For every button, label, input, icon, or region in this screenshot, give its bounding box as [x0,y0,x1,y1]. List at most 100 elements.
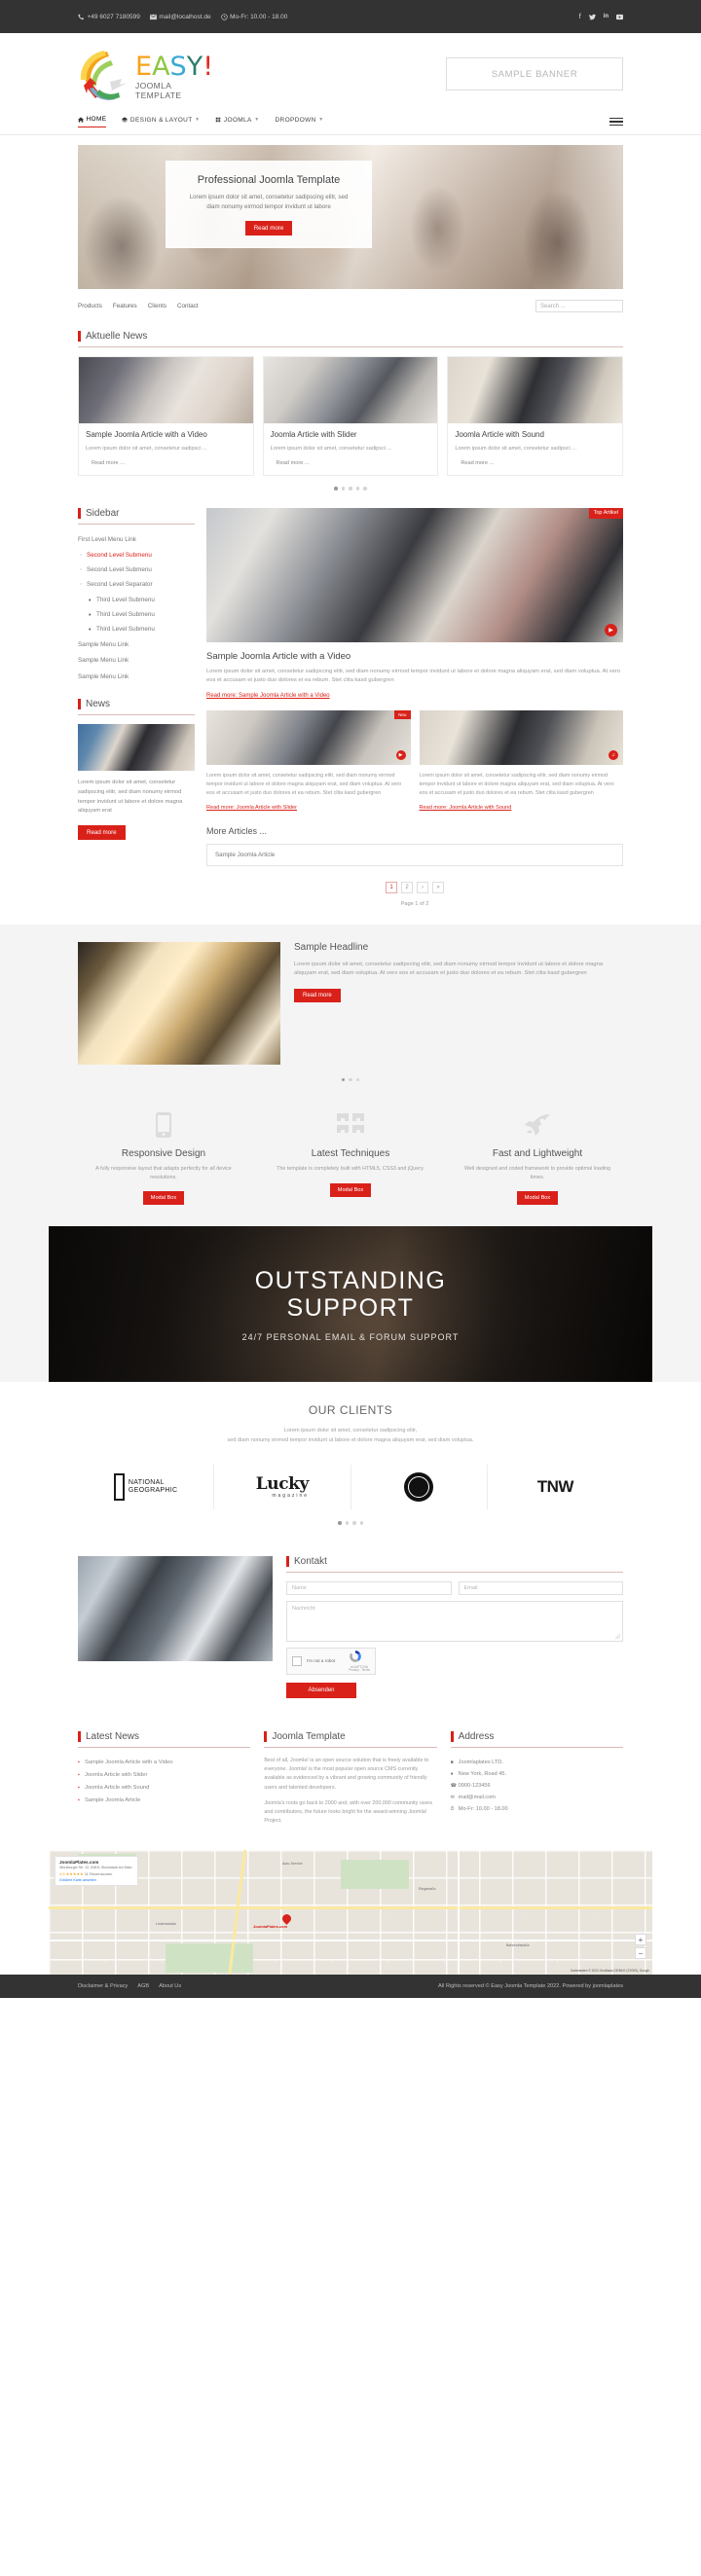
submenu-item-contact[interactable]: Contact [177,303,199,309]
contact-email-input[interactable]: Email [458,1580,623,1595]
client-logo-starbucks[interactable] [351,1465,488,1510]
sidebar-item-sample[interactable]: Sample Menu Link [78,653,195,669]
sidebar-item-second-separator[interactable]: Second Level Separator [78,578,195,593]
video-icon[interactable]: ▶ [605,623,617,636]
sidebar-item-second-level-active[interactable]: Second Level Submenu [78,548,195,562]
bottom-link-agb[interactable]: AGB [137,1983,149,1989]
feature-read-more-button[interactable]: Read more [294,989,341,1003]
building-icon: ■ [450,1759,454,1765]
sidebar-item-third-level[interactable]: Third Level Submenu [78,623,195,637]
sidebar-item-third-level[interactable]: Third Level Submenu [78,593,195,607]
carousel-dot[interactable] [345,1521,349,1525]
site-logo[interactable]: EASY! JOOMLA TEMPLATE [78,47,213,101]
client-logo-line-2: GEOGRAPHIC [128,1487,178,1495]
footer-news-item[interactable]: Sample Joomla Article with a Video [78,1757,250,1769]
message-placeholder: Nachricht [292,1605,315,1612]
linkedin-icon[interactable]: in [604,14,609,19]
sidebar-read-more-button[interactable]: Read more [78,825,126,841]
news-card[interactable]: Sample Joomla Article with a Video Lorem… [78,356,254,477]
hamburger-menu-icon[interactable] [609,117,623,127]
hero-slider[interactable]: Professional Joomla Template Lorem ipsum… [78,145,623,289]
page-next-button[interactable]: › [417,881,428,893]
news-card-read-more[interactable]: Read more ... [271,460,431,466]
more-articles-item[interactable]: Sample Joomla Article [206,843,623,866]
client-logo-tnw[interactable]: TNW [488,1465,623,1509]
carousel-dot[interactable] [338,1521,342,1525]
nav-item-joomla[interactable]: JOOMLA ▼ [215,117,259,127]
facebook-icon[interactable]: f [579,14,581,20]
heading-accent-bar [78,698,81,709]
top-phone[interactable]: +49 6027 7180599 [78,14,140,20]
carousel-dot[interactable] [359,1521,363,1525]
sidebar-item-third-level[interactable]: Third Level Submenu [78,607,195,622]
sub-article-link[interactable]: Read more: Joomla Article with Sound [420,805,624,811]
carousel-dot[interactable] [349,1077,352,1082]
slide-read-more-button[interactable]: Read more [244,221,293,236]
carousel-dot[interactable] [341,1077,346,1082]
map-view-larger-link[interactable]: Größere Karte ansehen [59,1878,133,1882]
nav-item-dropdown[interactable]: DROPDOWN ▼ [276,117,324,127]
top-email[interactable]: mail@localhost.de [149,14,211,20]
nav-item-home[interactable]: HOME [78,116,107,127]
carousel-dot[interactable] [341,487,346,490]
footer-news-item[interactable]: Joomla Article with Slider [78,1769,250,1782]
footer-news-item[interactable]: Sample Joomla Article [78,1795,250,1807]
top-contact-info: +49 6027 7180599 mail@localhost.de Mo-Fr… [78,14,287,20]
submenu-item-features[interactable]: Features [113,303,137,309]
map-zoom-out-button[interactable]: − [635,1947,646,1960]
news-card[interactable]: Joomla Article with Slider Lorem ipsum d… [262,356,439,477]
footer-news-heading: Latest News [78,1730,251,1748]
carousel-dot[interactable] [352,1521,356,1525]
search-input[interactable]: Search ... [535,300,623,312]
client-logo-natgeo[interactable]: NATIONAL GEOGRAPHIC [78,1465,215,1510]
bottom-link-about[interactable]: About Us [159,1983,181,1989]
page-button-1[interactable]: 1 [386,881,397,893]
news-card[interactable]: Joomla Article with Sound Lorem ipsum do… [447,356,624,477]
bottom-link-disclaimer[interactable]: Disclaimer & Privacy [78,1983,128,1989]
recaptcha-terms[interactable]: Privacy - Terms [349,1669,370,1673]
carousel-dot[interactable] [334,487,338,490]
slider-icon[interactable]: ▶ [395,750,406,761]
news-card-read-more[interactable]: Read more ... [86,460,246,466]
page-button-2[interactable]: 2 [401,881,413,893]
sidebar-item-sample[interactable]: Sample Menu Link [78,637,195,653]
map-business-card[interactable]: JoomlaPlates.com Würzburger Str. 12, 638… [55,1856,138,1887]
sidebar-item-sample[interactable]: Sample Menu Link [78,670,195,685]
article-read-more-link[interactable]: Read more: Sample Joomla Article with a … [206,693,623,699]
carousel-dot[interactable] [363,487,367,490]
client-logo-lucky[interactable]: Lucky magazine [214,1465,351,1510]
contact-section: Kontakt Name Email Nachricht I'm not a r… [0,1542,701,1718]
service-modal-button[interactable]: Modal Box [516,1191,559,1206]
sub-article-link[interactable]: Read more: Joomla Article with Slider [206,805,411,811]
recaptcha-checkbox[interactable] [292,1655,302,1666]
footer-news-item[interactable]: Joomla Article with Sound [78,1782,250,1795]
carousel-dot[interactable] [355,1077,360,1082]
sidebar-menu: First Level Menu Link Second Level Subme… [78,533,195,685]
contact-submit-button[interactable]: Absenden [286,1682,356,1698]
nav-label: JOOMLA [223,116,252,124]
youtube-icon[interactable] [616,14,623,20]
twitter-icon[interactable] [588,14,596,20]
submenu-item-clients[interactable]: Clients [148,303,166,309]
news-card-read-more[interactable]: Read more ... [455,460,615,466]
page-last-button[interactable]: » [432,881,444,893]
article-title[interactable]: Sample Joomla Article with a Video [206,651,623,662]
sidebar-item-first-level[interactable]: First Level Menu Link [78,533,195,548]
recaptcha-widget[interactable]: I'm not a robot reCAPTCHA Privacy - Term… [286,1647,376,1675]
carousel-dot[interactable] [349,487,352,490]
location-map[interactable]: JoomlaPlates.com JoomlaPlates.com Würzbu… [49,1850,652,1976]
news-card-text: Lorem ipsum dolor sit amet, consetetur s… [270,446,392,452]
nav-item-design-layout[interactable]: DESIGN & LAYOUT ▼ [122,117,200,127]
sidebar-item-second-level[interactable]: Second Level Submenu [78,562,195,577]
sample-banner[interactable]: SAMPLE BANNER [446,57,623,91]
service-modal-button[interactable]: Modal Box [142,1191,185,1206]
submenu-item-products[interactable]: Products [78,303,102,309]
carousel-dot[interactable] [355,487,360,490]
contact-name-input[interactable]: Name [286,1580,452,1595]
clients-title: OUR CLIENTS [308,1403,393,1418]
sound-icon[interactable]: ♫ [609,750,618,761]
service-modal-button[interactable]: Modal Box [329,1182,372,1197]
contact-message-textarea[interactable]: Nachricht [286,1600,623,1642]
chevron-down-icon: ▼ [318,117,324,123]
map-zoom-in-button[interactable]: + [635,1934,646,1946]
